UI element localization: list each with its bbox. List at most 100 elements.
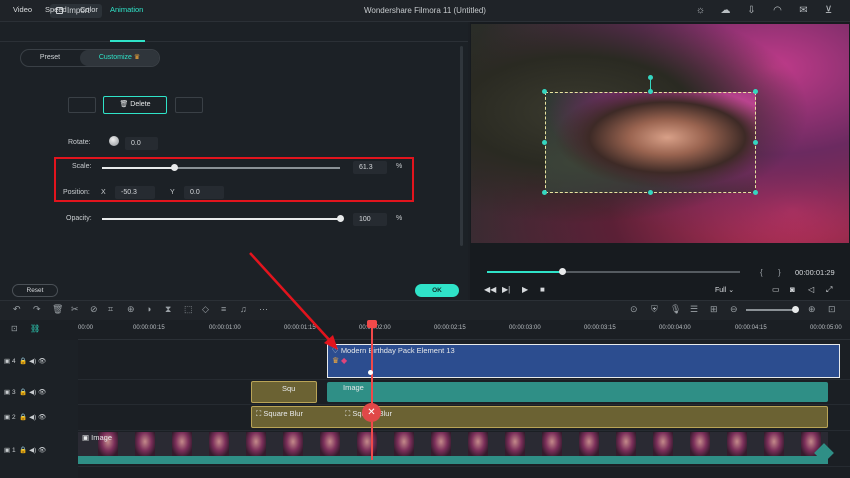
zoom-out-icon[interactable]: ⊖ xyxy=(730,304,738,315)
rotate-dial[interactable] xyxy=(109,136,119,146)
clip-label: ♡ Modern Birthday Pack Element 13 xyxy=(332,346,455,355)
zoom-slider-knob[interactable] xyxy=(792,306,799,313)
track-header-1[interactable]: ▣ 1 🔒 ◀) 👁 xyxy=(4,446,46,454)
download-icon[interactable]: ⇩ xyxy=(746,5,757,16)
clip-title: Square Blur xyxy=(263,409,303,418)
track-header-3[interactable]: ▣ 3 🔒 ◀) 👁 xyxy=(4,388,46,396)
tab-animation[interactable]: Animation xyxy=(110,5,143,14)
film-frame xyxy=(357,432,377,456)
film-frame xyxy=(394,432,414,456)
cloud-icon[interactable]: ☁ xyxy=(720,5,731,16)
preview-time: 00:00:01:29 xyxy=(795,268,835,277)
resize-handle-b[interactable] xyxy=(648,190,653,195)
resize-handle-l[interactable] xyxy=(542,140,547,145)
fit-icon[interactable]: ⊡ xyxy=(828,304,836,315)
volume-icon[interactable]: ◁ xyxy=(808,285,814,294)
film-frame xyxy=(505,432,525,456)
play-frame-icon[interactable]: ▶| xyxy=(502,285,510,294)
track-number: 4 xyxy=(11,358,16,365)
delete-keyframe-button[interactable]: 🗑 Delete xyxy=(103,96,167,114)
resize-handle-tr[interactable] xyxy=(753,89,758,94)
transform-icon[interactable]: ⬚ xyxy=(184,304,193,315)
crown-icon: ♛ xyxy=(133,54,141,61)
microphone-icon[interactable]: 🎙 xyxy=(670,304,681,315)
selection-box[interactable] xyxy=(545,92,756,193)
window-menu-icon[interactable]: ⊻ xyxy=(823,5,834,16)
tab-color[interactable]: Color xyxy=(80,5,98,14)
square-blur-clip[interactable]: ⛶ Square Blur ⛶ Square Blur xyxy=(251,406,828,428)
element-clip[interactable]: ♡ Modern Birthday Pack Element 13 ♛ ◆ xyxy=(327,344,840,378)
snapshot-icon[interactable]: ◙ xyxy=(790,285,795,294)
marker-icon[interactable]: ⊞ xyxy=(710,304,718,315)
segment-preset[interactable]: Preset xyxy=(21,50,79,66)
keyframe-icon[interactable]: ◇ xyxy=(202,304,209,315)
ok-button[interactable]: OK xyxy=(415,284,459,297)
rotate-field[interactable]: 0.0 xyxy=(125,137,158,150)
track-header-4[interactable]: ▣ 4 🔒 ◀) 👁 xyxy=(4,357,46,365)
resize-handle-bl[interactable] xyxy=(542,190,547,195)
monitor-icon[interactable]: ▭ xyxy=(772,285,780,294)
adjust-icon[interactable]: ≡ xyxy=(221,304,226,314)
image-clip-top[interactable]: Image xyxy=(327,382,828,402)
playhead[interactable] xyxy=(371,320,373,460)
clip-title: Squ xyxy=(282,384,296,393)
square-blur-clip-short[interactable]: Squ xyxy=(251,381,317,403)
zoom-icon[interactable]: ⊕ xyxy=(127,304,135,315)
next-keyframe-button[interactable] xyxy=(175,97,203,113)
preview-progress-knob[interactable] xyxy=(559,268,566,275)
audio-icon[interactable]: ♫ xyxy=(240,304,247,314)
segment-customize[interactable]: Customize ♛ xyxy=(80,50,159,66)
clip-label: ⛶ Square Blur xyxy=(256,409,303,418)
stop-icon[interactable]: ■ xyxy=(540,285,545,294)
film-frame xyxy=(246,432,266,456)
more-icon[interactable]: ⋯ xyxy=(259,304,268,315)
cut-icon[interactable]: ✂ xyxy=(71,304,79,315)
sun-icon[interactable]: ☼ xyxy=(695,5,706,16)
render-icon[interactable]: ⊙ xyxy=(630,304,638,315)
delete-icon[interactable]: 🗑 xyxy=(52,304,63,315)
resize-handle-tl[interactable] xyxy=(542,89,547,94)
fullscreen-icon[interactable]: ⤢ xyxy=(826,285,832,295)
headset-icon[interactable]: ◠ xyxy=(772,5,783,16)
speed-icon[interactable]: ⧗ xyxy=(165,304,171,315)
redo-icon[interactable]: ↷ xyxy=(33,304,41,315)
crop-icon[interactable]: ⌗ xyxy=(108,304,113,315)
trash-icon: 🗑 xyxy=(119,101,129,108)
play-icon[interactable]: ▶ xyxy=(522,285,528,294)
film-frame xyxy=(135,432,155,456)
zoom-in-icon[interactable]: ⊕ xyxy=(808,304,816,315)
split-marker-icon[interactable]: ✕ xyxy=(362,403,381,422)
film-frame xyxy=(320,432,340,456)
crown-icon: ♛ xyxy=(332,356,340,365)
resize-handle-br[interactable] xyxy=(753,190,758,195)
reset-button[interactable]: Reset xyxy=(12,284,58,297)
opacity-field[interactable]: 100 xyxy=(353,213,387,226)
panel-scrollbar[interactable] xyxy=(460,46,463,246)
keyframe-dot[interactable] xyxy=(368,370,373,375)
color-icon[interactable]: ◑ xyxy=(146,304,151,314)
undo-icon[interactable]: ↶ xyxy=(13,304,21,315)
mark-out-icon[interactable]: } xyxy=(778,268,781,277)
tab-speed[interactable]: Speed xyxy=(45,5,67,14)
resize-handle-r[interactable] xyxy=(753,140,758,145)
split-icon[interactable]: ⊘ xyxy=(90,304,98,315)
tab-video[interactable]: Video xyxy=(13,5,32,14)
track-header-2[interactable]: ▣ 2 🔒 ◀) 👁 xyxy=(4,413,46,421)
opacity-slider-knob[interactable] xyxy=(337,215,344,222)
film-frame xyxy=(542,432,562,456)
link-icon[interactable]: ⛓ xyxy=(30,324,40,333)
mixer-icon[interactable]: ☰ xyxy=(690,304,698,315)
film-frame xyxy=(616,432,636,456)
quality-select[interactable]: Full ⌄ xyxy=(715,286,734,294)
mark-in-icon[interactable]: { xyxy=(760,268,763,277)
ruler-tick: 00:00:04:00 xyxy=(659,325,691,331)
playhead-handle[interactable] xyxy=(367,320,377,328)
prev-keyframe-button[interactable] xyxy=(68,97,96,113)
step-back-icon[interactable]: ◀◀ xyxy=(484,285,496,294)
mail-icon[interactable]: ✉ xyxy=(798,5,809,16)
add-track-icon[interactable]: ⊡ xyxy=(11,324,18,333)
shield-icon[interactable]: ⛨ xyxy=(651,304,658,315)
zoom-slider[interactable] xyxy=(746,309,798,311)
opacity-slider[interactable] xyxy=(102,218,340,220)
ruler-tick: 00:00:03:15 xyxy=(584,325,616,331)
